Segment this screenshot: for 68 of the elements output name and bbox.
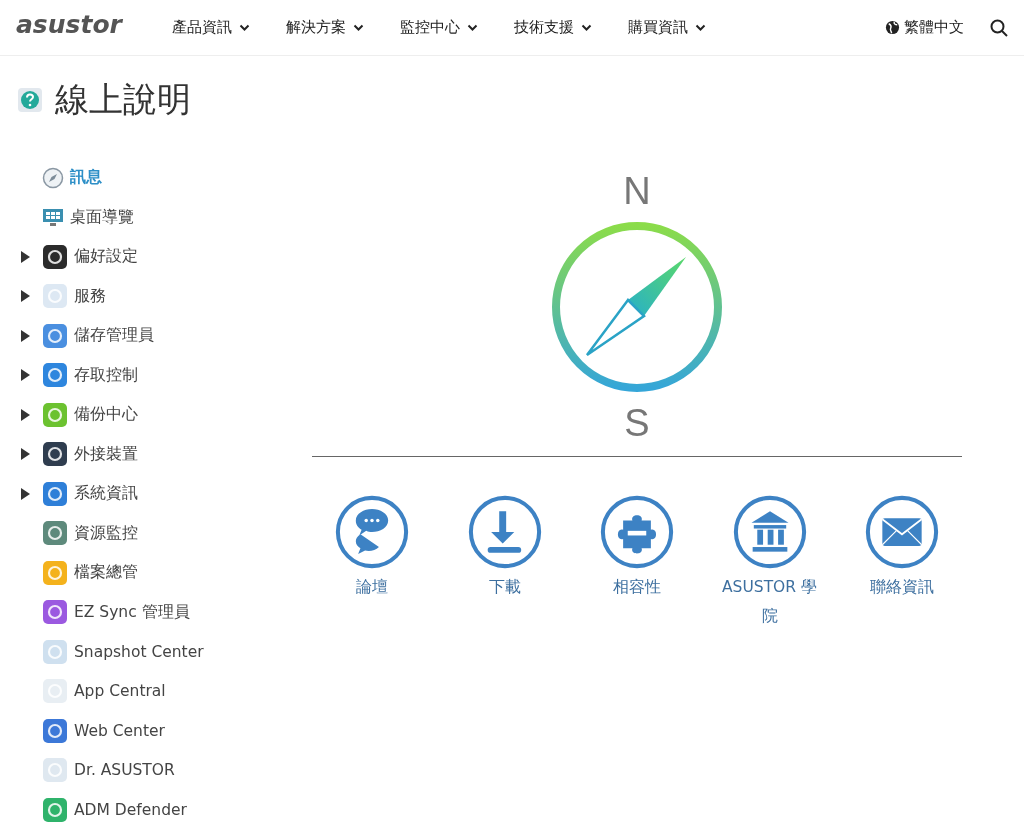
sidebar-item[interactable]: 外接裝置 — [20, 434, 280, 474]
sidebar-item[interactable]: Dr. ASUSTOR — [20, 750, 280, 790]
puzzle-icon — [600, 495, 674, 569]
app-icon — [42, 599, 68, 626]
app-icon — [42, 796, 68, 823]
app-icon — [42, 520, 68, 547]
sidebar-item[interactable]: 桌面導覽 — [20, 197, 280, 237]
app-icon — [42, 757, 68, 784]
help-icon — [17, 87, 43, 113]
chevron-down-icon — [239, 23, 250, 32]
sidebar-item[interactable]: 系統資訊 — [20, 474, 280, 514]
sidebar-item[interactable]: 存取控制 — [20, 355, 280, 395]
envelope-icon — [865, 495, 939, 569]
expand-triangle-icon[interactable] — [20, 448, 30, 461]
sidebar-item[interactable]: 備份中心 — [20, 395, 280, 435]
app-icon — [42, 362, 68, 389]
nav-menu-item[interactable]: 產品資訊 — [172, 18, 286, 37]
sidebar-item[interactable]: 訊息 — [20, 158, 280, 198]
app-icon — [42, 559, 68, 586]
nav-menu-item[interactable]: 技術支援 — [514, 18, 628, 37]
expand-triangle-icon[interactable] — [20, 250, 30, 263]
expand-triangle-icon[interactable] — [20, 290, 30, 303]
help-link[interactable]: ASUSTOR 學院 — [714, 495, 825, 631]
monitor-icon — [42, 206, 64, 229]
sidebar-item[interactable]: 服務 — [20, 276, 280, 316]
expand-triangle-icon[interactable] — [20, 329, 30, 342]
compass-south-label: S — [624, 404, 650, 442]
app-icon — [42, 243, 68, 270]
sidebar-item[interactable]: EZ Sync 管理員 — [20, 592, 280, 632]
page-title: 線上說明 — [55, 78, 191, 121]
nav-menu-item[interactable]: 解決方案 — [286, 18, 400, 37]
expand-triangle-icon[interactable] — [20, 408, 30, 421]
logo[interactable]: asustor — [16, 10, 172, 39]
app-icon — [42, 401, 68, 428]
sidebar-item[interactable]: ADM Defender — [20, 790, 280, 830]
download-icon — [467, 495, 542, 569]
help-link[interactable]: 論壇 — [317, 495, 427, 631]
app-icon — [42, 480, 68, 507]
app-icon — [42, 441, 68, 468]
globe-icon — [885, 20, 900, 35]
sidebar-item[interactable]: 檔案總管 — [20, 553, 280, 593]
chevron-down-icon — [467, 23, 478, 32]
help-link[interactable]: 相容性 — [582, 495, 692, 631]
sidebar-item[interactable]: App Central — [20, 671, 280, 711]
app-icon — [42, 638, 68, 665]
chat-bubbles-icon — [335, 495, 409, 569]
expand-triangle-icon[interactable] — [20, 487, 30, 500]
sidebar-item[interactable]: 偏好設定 — [20, 237, 280, 277]
sidebar-item[interactable]: Snapshot Center — [20, 632, 280, 672]
sidebar-item[interactable]: 儲存管理員 — [20, 316, 280, 356]
help-link[interactable]: 下載 — [449, 495, 560, 631]
nav-menu-item[interactable]: 購買資訊 — [628, 18, 742, 37]
language-selector[interactable]: 繁體中文 — [885, 18, 964, 37]
chevron-down-icon — [581, 23, 592, 32]
app-icon — [42, 322, 68, 349]
compass-icon — [42, 166, 64, 189]
building-icon — [732, 495, 807, 569]
search-icon[interactable] — [990, 18, 1008, 37]
nav-menu-item[interactable]: 監控中心 — [400, 18, 514, 37]
sidebar-item[interactable]: 資源監控 — [20, 513, 280, 553]
chevron-down-icon — [353, 23, 364, 32]
chevron-down-icon — [695, 23, 706, 32]
app-icon — [42, 283, 68, 310]
expand-triangle-icon[interactable] — [20, 369, 30, 382]
sidebar-item[interactable]: Web Center — [20, 711, 280, 751]
compass-north-label: N — [623, 172, 651, 210]
help-link[interactable]: 聯絡資訊 — [847, 495, 957, 631]
app-icon — [42, 717, 68, 744]
